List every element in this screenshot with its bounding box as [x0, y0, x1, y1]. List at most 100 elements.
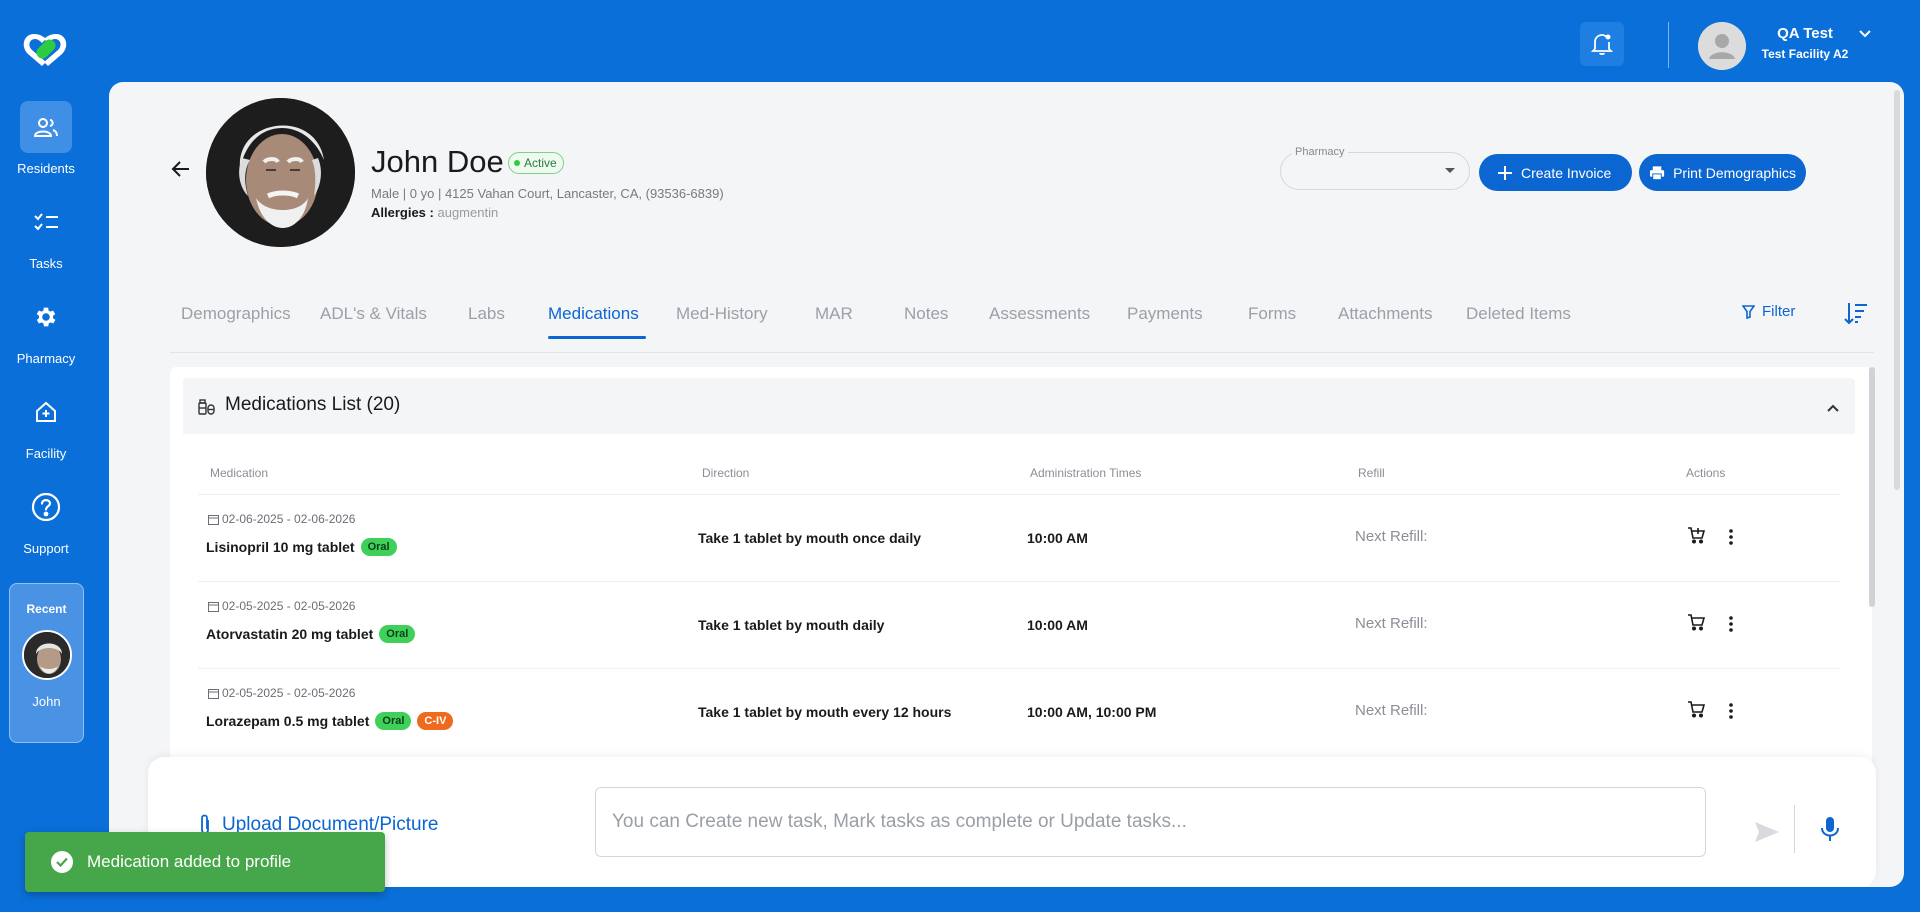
- medication-name: Atorvastatin 20 mg tablet Oral: [206, 625, 416, 643]
- print-demographics-button[interactable]: Print Demographics: [1639, 154, 1806, 191]
- tab-medications[interactable]: Medications: [548, 304, 639, 324]
- sidebar-item-label: Support: [23, 541, 69, 556]
- pill-bottle-icon: [198, 398, 216, 421]
- table-row[interactable]: 02-05-2025 - 02-05-2026 Atorvastatin 20 …: [198, 581, 1840, 667]
- recent-resident-name[interactable]: John: [10, 694, 83, 709]
- user-icon: [1698, 22, 1746, 70]
- cart-icon[interactable]: [1687, 526, 1706, 549]
- tab-attachments[interactable]: Attachments: [1338, 304, 1433, 324]
- sidebar-item-tasks[interactable]: Tasks: [0, 196, 92, 271]
- user-name[interactable]: QA Test: [1758, 25, 1852, 42]
- column-header-medication: Medication: [210, 466, 269, 480]
- tab-deleted-items[interactable]: Deleted Items: [1466, 304, 1571, 324]
- table-row[interactable]: 02-05-2025 - 02-05-2026 Lorazepam 0.5 mg…: [198, 668, 1840, 754]
- sidebar-item-pharmacy[interactable]: Pharmacy: [0, 291, 92, 366]
- toast-message: Medication added to profile: [87, 852, 292, 871]
- sidebar-item-residents[interactable]: Residents: [0, 101, 92, 176]
- caret-down-icon[interactable]: [1445, 168, 1455, 173]
- schedule-badge: C-IV: [417, 712, 454, 730]
- filter-icon: [1742, 304, 1755, 319]
- medication-date-range: 02-05-2025 - 02-05-2026: [222, 686, 356, 700]
- column-header-actions: Actions: [1686, 466, 1726, 480]
- chevron-up-icon[interactable]: [1826, 400, 1840, 418]
- task-command-bar: Upload Document/Picture: [148, 757, 1876, 887]
- tab-labs[interactable]: Labs: [468, 304, 505, 324]
- app-logo[interactable]: [20, 28, 72, 72]
- tab-adls-vitals[interactable]: ADL's & Vitals: [320, 304, 427, 324]
- topbar-divider: [1668, 22, 1669, 68]
- task-command-input[interactable]: [595, 787, 1706, 857]
- calendar-icon: [208, 601, 219, 612]
- cart-icon[interactable]: [1687, 613, 1706, 636]
- send-icon[interactable]: [1754, 821, 1780, 848]
- create-invoice-button[interactable]: Create Invoice: [1479, 154, 1632, 191]
- user-avatar[interactable]: [1698, 22, 1746, 70]
- calendar-icon: [208, 514, 219, 525]
- recent-resident-avatar[interactable]: [21, 630, 72, 680]
- sidebar-item-facility[interactable]: Facility: [0, 386, 92, 461]
- status-dot-icon: [514, 160, 520, 166]
- medication-direction: Take 1 tablet by mouth daily: [698, 617, 885, 633]
- notifications-button[interactable]: [1580, 22, 1624, 66]
- create-invoice-label: Create Invoice: [1521, 164, 1612, 181]
- route-badge: Oral: [360, 538, 397, 556]
- table-row[interactable]: 02-06-2025 - 02-06-2026 Lisinopril 10 mg…: [198, 494, 1840, 580]
- scrollbar-thumb[interactable]: [1869, 367, 1875, 607]
- sidebar: Residents Tasks Pharmacy Facility Suppor…: [0, 0, 92, 912]
- cart-icon[interactable]: [1687, 700, 1706, 723]
- patient-details: Male | 0 yo | 4125 Vahan Court, Lancaste…: [371, 186, 724, 201]
- sidebar-item-support[interactable]: Support: [0, 481, 92, 556]
- recent-residents: Recent John: [9, 583, 84, 743]
- tab-notes[interactable]: Notes: [904, 304, 948, 324]
- plus-icon: [1498, 165, 1512, 180]
- residents-icon: [20, 101, 72, 153]
- medication-direction: Take 1 tablet by mouth once daily: [698, 530, 922, 546]
- recent-title: Recent: [26, 602, 67, 616]
- back-arrow-icon[interactable]: [171, 160, 191, 183]
- tasks-icon: [20, 196, 72, 248]
- chevron-down-icon[interactable]: [1858, 26, 1872, 42]
- medication-dates: 02-05-2025 - 02-05-2026: [208, 599, 355, 613]
- more-options-icon[interactable]: [1728, 702, 1734, 725]
- medication-name-text: Atorvastatin 20 mg tablet: [206, 626, 374, 642]
- status-badge: Active: [508, 152, 564, 174]
- medication-date-range: 02-05-2025 - 02-05-2026: [222, 599, 356, 613]
- calendar-icon: [208, 688, 219, 699]
- medication-name: Lorazepam 0.5 mg tablet Oral C-IV: [206, 712, 454, 730]
- microphone-icon[interactable]: [1820, 816, 1840, 847]
- filter-button[interactable]: Filter: [1742, 303, 1795, 320]
- user-facility[interactable]: Test Facility A2: [1758, 47, 1852, 61]
- printer-icon: [1649, 165, 1665, 180]
- sidebar-item-label: Facility: [25, 446, 67, 461]
- gear-icon: [20, 291, 72, 343]
- sidebar-item-label: Pharmacy: [16, 351, 76, 366]
- tab-med-history[interactable]: Med-History: [676, 304, 768, 324]
- medication-dates: 02-05-2025 - 02-05-2026: [208, 686, 355, 700]
- next-refill: Next Refill:: [1355, 528, 1428, 545]
- pharmacy-select-label: Pharmacy: [1292, 146, 1348, 158]
- tab-demographics[interactable]: Demographics: [181, 304, 291, 324]
- route-badge: Oral: [379, 625, 416, 643]
- tab-payments[interactable]: Payments: [1127, 304, 1203, 324]
- patient-allergies: Allergies : augmentin: [371, 205, 498, 220]
- sort-icon[interactable]: [1844, 301, 1868, 330]
- medication-name-text: Lorazepam 0.5 mg tablet: [206, 713, 370, 729]
- more-options-icon[interactable]: [1728, 615, 1734, 638]
- tab-assessments[interactable]: Assessments: [989, 304, 1090, 324]
- page-scrollbar[interactable]: [1894, 90, 1900, 490]
- print-demographics-label: Print Demographics: [1673, 164, 1796, 181]
- patient-photo: [206, 98, 355, 247]
- more-options-icon[interactable]: [1728, 528, 1734, 551]
- facility-icon: [20, 386, 72, 438]
- tab-forms[interactable]: Forms: [1248, 304, 1296, 324]
- administration-times: 10:00 AM: [1027, 530, 1088, 546]
- bell-icon: [1591, 34, 1613, 56]
- tab-mar[interactable]: MAR: [815, 304, 853, 324]
- tabs-divider: [170, 352, 1874, 353]
- patient-name: John Doe: [371, 144, 504, 179]
- medications-panel-header[interactable]: Medications List (20): [183, 378, 1855, 434]
- filter-label: Filter: [1762, 303, 1796, 320]
- route-badge: Oral: [375, 712, 412, 730]
- check-circle-icon: [51, 851, 73, 873]
- active-tab-indicator: [548, 336, 646, 339]
